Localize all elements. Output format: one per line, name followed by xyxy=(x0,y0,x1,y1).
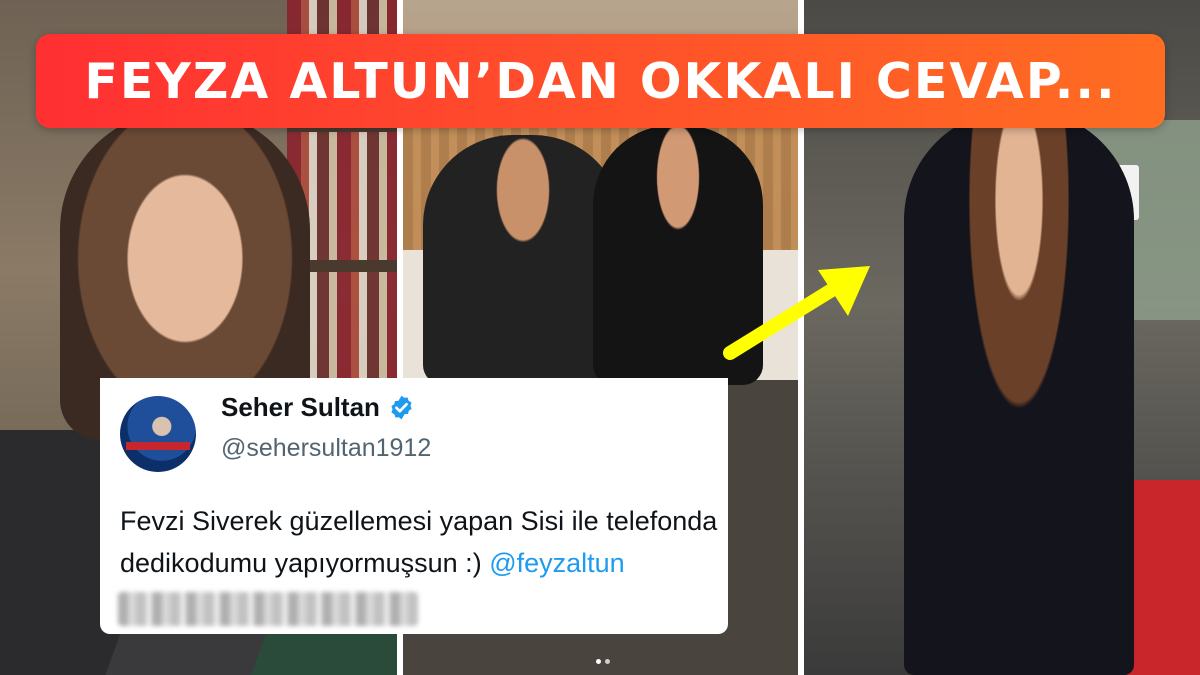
carousel-dot-active[interactable] xyxy=(596,659,601,664)
carousel-dots xyxy=(596,659,610,664)
avatar-tv-screenshot-icon[interactable] xyxy=(120,396,196,472)
avatar-news-ticker xyxy=(126,442,190,450)
tweet-card[interactable]: Seher Sultan @sehersultan1912 Fevzi Sive… xyxy=(100,378,728,634)
tweet-author-row: Seher Sultan xyxy=(221,392,415,423)
headline-banner: FEYZA ALTUN’DAN OKKALI CEVAP... xyxy=(36,34,1165,128)
mention-link[interactable]: @feyzaltun xyxy=(489,548,624,578)
tweet-handle[interactable]: @sehersultan1912 xyxy=(221,434,431,463)
blurred-timestamp xyxy=(118,592,418,626)
woman-portrait-right xyxy=(904,110,1134,675)
tweet-display-name[interactable]: Seher Sultan xyxy=(221,392,380,423)
yellow-arrow-icon xyxy=(723,266,870,360)
headline-title: FEYZA ALTUN’DAN OKKALI CEVAP... xyxy=(84,52,1117,110)
tweet-text: Fevzi Siverek güzellemesi yapan Sisi ile… xyxy=(120,500,720,584)
verified-badge-icon xyxy=(391,395,412,420)
tweet-text-main: Fevzi Siverek güzellemesi yapan Sisi ile… xyxy=(120,506,718,578)
carousel-dot[interactable] xyxy=(605,659,610,664)
